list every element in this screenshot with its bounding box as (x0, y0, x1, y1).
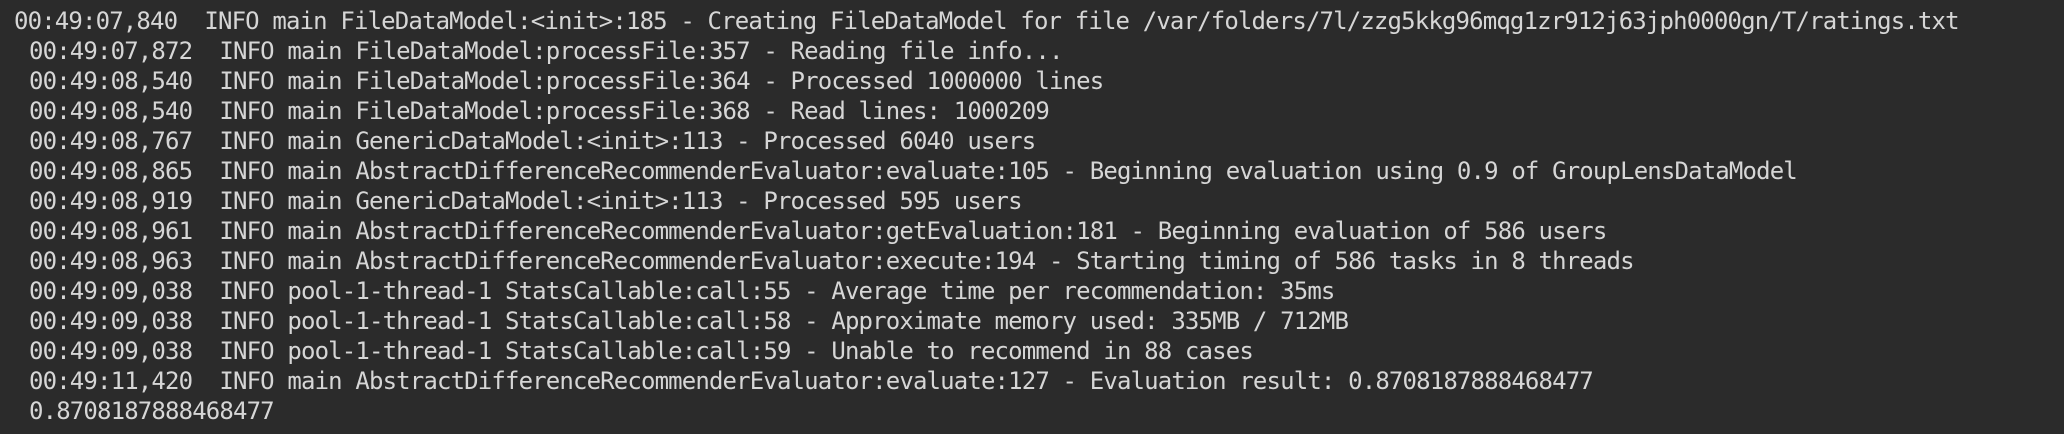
log-line: 00:49:07,872 INFO main FileDataModel:pro… (29, 37, 1063, 65)
result-line: 0.8708187888468477 (29, 397, 275, 425)
log-line: 00:49:08,767 INFO main GenericDataModel:… (29, 127, 1036, 155)
log-line: 00:49:08,540 INFO main FileDataModel:pro… (29, 97, 1050, 125)
log-line: 00:49:09,038 INFO pool-1-thread-1 StatsC… (29, 307, 1349, 335)
log-output[interactable]: 00:49:07,840 INFO main FileDataModel:<in… (14, 6, 2064, 426)
log-line: 00:49:07,840 INFO main FileDataModel:<in… (14, 7, 1960, 35)
log-line: 00:49:09,038 INFO pool-1-thread-1 StatsC… (29, 337, 1254, 365)
log-line: 00:49:08,963 INFO main AbstractDifferenc… (29, 247, 1635, 275)
log-line: 00:49:11,420 INFO main AbstractDifferenc… (29, 367, 1594, 395)
log-line: 00:49:08,961 INFO main AbstractDifferenc… (29, 217, 1607, 245)
log-line: 00:49:08,540 INFO main FileDataModel:pro… (29, 67, 1104, 95)
log-line: 00:49:08,919 INFO main GenericDataModel:… (29, 187, 1023, 215)
log-line: 00:49:08,865 INFO main AbstractDifferenc… (29, 157, 1798, 185)
log-line: 00:49:09,038 INFO pool-1-thread-1 StatsC… (29, 277, 1335, 305)
terminal-window[interactable]: 00:49:07,840 INFO main FileDataModel:<in… (0, 0, 2064, 434)
